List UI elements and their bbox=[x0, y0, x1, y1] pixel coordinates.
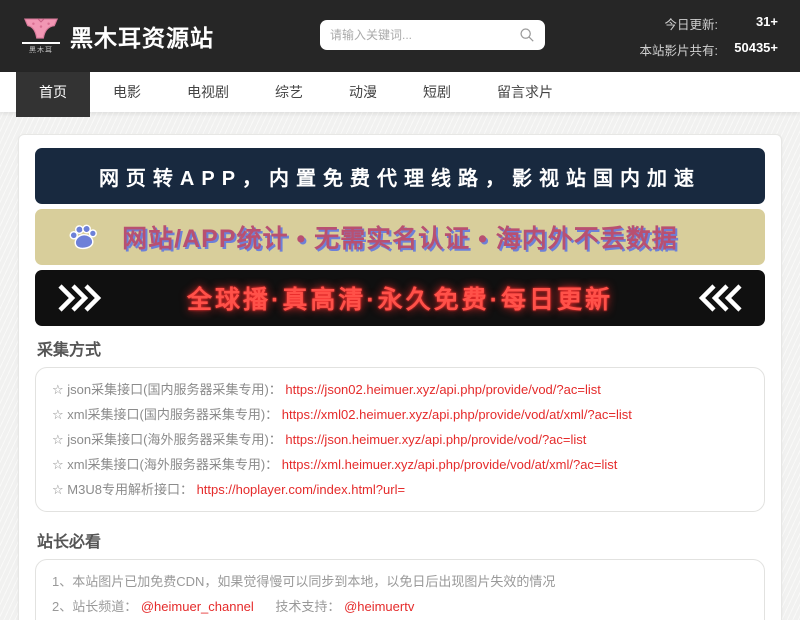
banner-site-stats-ad[interactable]: 网站/APP统计 • 无需实名认证 • 海内外不丢数据 bbox=[35, 209, 765, 265]
search-input[interactable] bbox=[330, 28, 519, 42]
collect-label: ☆ M3U8专用解析接口： bbox=[52, 482, 193, 497]
collect-row: ☆ json采集接口(国内服务器采集专用)： https://json02.he… bbox=[52, 377, 748, 402]
chevrons-left-icon bbox=[697, 284, 743, 312]
panties-logo-icon bbox=[22, 17, 60, 41]
collect-link-xml-intl[interactable]: https://xml.heimuer.xyz/api.php/provide/… bbox=[282, 457, 618, 472]
logo-underline bbox=[22, 42, 60, 44]
notice-line-cdn: 1、本站图片已加免费CDN，如果觉得慢可以同步到本地，以免日后出现图片失效的情况 bbox=[52, 569, 748, 594]
banner-global-play-text: 全球播·真高清·永久免费·每日更新 bbox=[187, 280, 613, 316]
tab-home[interactable]: 首页 bbox=[16, 72, 90, 117]
notice-section-title: 站长必看 bbox=[37, 528, 763, 552]
site-header: 黑木耳 黑木耳资源站 今日更新: 31+ 本站影片共有: 50435+ bbox=[0, 0, 800, 72]
collect-label: ☆ xml采集接口(国内服务器采集专用)： bbox=[52, 407, 278, 422]
tab-tv-series[interactable]: 电视剧 bbox=[164, 72, 252, 112]
collect-row: ☆ xml采集接口(国内服务器采集专用)： https://xml02.heim… bbox=[52, 402, 748, 427]
banner-global-play[interactable]: 全球播·真高清·永久免费·每日更新 bbox=[35, 270, 765, 326]
stat-label-total: 本站影片共有: bbox=[640, 40, 718, 59]
site-stats: 今日更新: 31+ 本站影片共有: 50435+ bbox=[640, 14, 778, 59]
notice-channel-label: 2、站长频道： bbox=[52, 599, 137, 614]
collect-label: ☆ xml采集接口(海外服务器采集专用)： bbox=[52, 457, 278, 472]
notice-line-channels: 2、站长频道： @heimuer_channel 技术支持： @heimuert… bbox=[52, 594, 748, 619]
chevrons-right-icon bbox=[57, 284, 103, 312]
collect-label: ☆ json采集接口(海外服务器采集专用)： bbox=[52, 432, 282, 447]
collect-link-xml-cn[interactable]: https://xml02.heimuer.xyz/api.php/provid… bbox=[282, 407, 632, 422]
collect-link-m3u8[interactable]: https://hoplayer.com/index.html?url= bbox=[197, 482, 405, 497]
collect-row: ☆ M3U8专用解析接口： https://hoplayer.com/index… bbox=[52, 477, 748, 502]
collect-label: ☆ json采集接口(国内服务器采集专用)： bbox=[52, 382, 282, 397]
site-logo[interactable]: 黑木耳 bbox=[22, 17, 60, 55]
logo-caption: 黑木耳 bbox=[29, 45, 53, 55]
banner-site-stats-text: 网站/APP统计 • 无需实名认证 • 海内外不丢数据 bbox=[122, 219, 678, 255]
banner-web-to-app-text: 网页转APP，内置免费代理线路，影视站国内加速 bbox=[99, 162, 701, 191]
search-box[interactable] bbox=[320, 20, 545, 50]
tab-variety[interactable]: 综艺 bbox=[252, 72, 326, 112]
collect-row: ☆ xml采集接口(海外服务器采集专用)： https://xml.heimue… bbox=[52, 452, 748, 477]
collect-link-json-intl[interactable]: https://json.heimuer.xyz/api.php/provide… bbox=[285, 432, 586, 447]
collect-box: ☆ json采集接口(国内服务器采集专用)： https://json02.he… bbox=[35, 367, 765, 512]
page-title: 黑木耳资源站 bbox=[70, 19, 214, 53]
collect-section-title: 采集方式 bbox=[37, 336, 763, 360]
tab-movies[interactable]: 电影 bbox=[90, 72, 164, 112]
tab-short-drama[interactable]: 短剧 bbox=[400, 72, 474, 112]
stat-label-today: 今日更新: bbox=[640, 14, 718, 33]
channel-link[interactable]: @heimuer_channel bbox=[141, 599, 254, 614]
collect-row: ☆ json采集接口(海外服务器采集专用)： https://json.heim… bbox=[52, 427, 748, 452]
paw-icon bbox=[67, 222, 99, 254]
support-link[interactable]: @heimuertv bbox=[344, 599, 414, 614]
collect-link-json-cn[interactable]: https://json02.heimuer.xyz/api.php/provi… bbox=[285, 382, 600, 397]
notice-support-label: 技术支持： bbox=[275, 599, 340, 614]
notice-box: 1、本站图片已加免费CDN，如果觉得慢可以同步到本地，以免日后出现图片失效的情况… bbox=[35, 559, 765, 620]
tab-request[interactable]: 留言求片 bbox=[474, 72, 576, 112]
main-nav: 首页 电影 电视剧 综艺 动漫 短剧 留言求片 bbox=[0, 72, 800, 112]
search-icon[interactable] bbox=[519, 27, 535, 43]
stat-value-total: 50435+ bbox=[726, 40, 778, 59]
banner-web-to-app[interactable]: 网页转APP，内置免费代理线路，影视站国内加速 bbox=[35, 148, 765, 204]
tab-anime[interactable]: 动漫 bbox=[326, 72, 400, 112]
main-content-card: 网页转APP，内置免费代理线路，影视站国内加速 网站/APP统计 • 无需实名认… bbox=[18, 134, 782, 620]
stat-value-today: 31+ bbox=[726, 14, 778, 33]
